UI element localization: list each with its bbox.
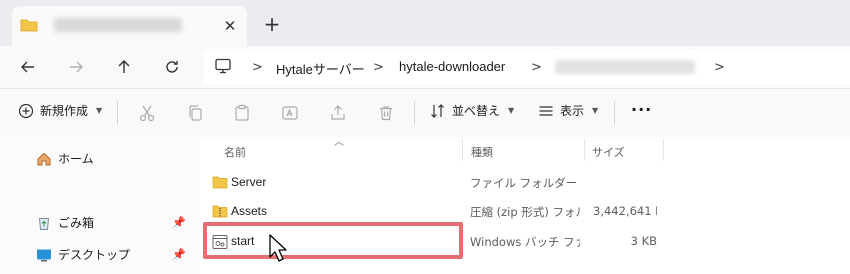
pin-icon[interactable]: 📌 [172,248,186,261]
sidebar-item-label: デスクトップ [58,248,131,262]
tab-title-blurred [54,18,182,32]
zip-folder-icon [212,204,228,221]
trash-icon [380,106,392,121]
breadcrumb-chevron[interactable]: > [714,60,725,75]
sidebar-item-recycle-bin[interactable]: ごみ箱 [36,214,94,231]
breadcrumb-chevron[interactable]: > [252,60,263,75]
mouse-cursor-icon [268,234,288,267]
breadcrumb-hytale-server[interactable]: Hytaleサーバー [276,59,365,78]
navigation-bar: > Hytaleサーバー > hytale-downloader > > [0,46,850,88]
file-type: 圧縮 (zip 形式) フォルダー [470,205,580,219]
sort-ascending-icon: ︿ [334,137,344,148]
share-icon [331,105,345,120]
tab-current-folder[interactable]: ✕ [12,6,247,46]
plus-circle-icon [18,103,34,118]
column-divider[interactable] [462,139,463,161]
up-button[interactable] [110,53,138,81]
home-icon [37,152,51,165]
file-name: Assets [231,204,268,218]
paste-icon [235,104,249,121]
breadcrumb-chevron[interactable]: > [531,60,542,75]
file-row-server[interactable]: Server ファイル フォルダー [205,170,850,196]
sidebar-item-home[interactable]: ホーム [36,150,94,167]
view-button-label: 表示 [560,104,585,118]
view-button[interactable]: 表示 ▼ [538,102,598,119]
navigation-pane: ホーム ごみ箱 📌 デスクトップ 📌 [0,137,200,274]
delete-button[interactable] [376,103,396,123]
new-tab-button[interactable]: + [259,11,285,37]
content-area: ホーム ごみ箱 📌 デスクトップ 📌 ︿ 名前 種類 サイズ Server ファ… [0,137,850,274]
sort-icon [431,103,444,118]
paste-button[interactable] [232,103,252,123]
column-header-type[interactable]: 種類 [471,144,493,160]
arrow-left-icon [21,61,34,73]
sidebar-item-label: ごみ箱 [58,216,95,230]
breadcrumb-blurred[interactable] [555,60,695,74]
chevron-down-icon: ▼ [96,106,103,115]
refresh-icon [166,61,178,73]
divider [614,101,615,125]
rename-icon [282,106,298,120]
folder-icon [20,17,38,36]
file-size: 3,442,641 KB [593,204,657,218]
more-options-button[interactable]: ··· [631,100,652,119]
pin-icon[interactable]: 📌 [172,216,186,229]
refresh-button[interactable] [158,53,186,81]
back-button[interactable] [14,53,42,81]
scissors-icon [139,105,155,122]
file-type: Windows バッチ ファイル [470,235,580,249]
copy-icon [189,105,202,121]
file-type: ファイル フォルダー [470,176,578,190]
sort-button[interactable]: 並べ替え ▼ [430,102,514,119]
copy-button[interactable] [185,103,205,123]
arrow-right-icon [70,61,83,73]
column-header-size[interactable]: サイズ [592,144,625,160]
new-button-label: 新規作成 [40,104,89,118]
divider [414,101,415,125]
command-bar: 新規作成 ▼ 並べ替え ▼ 表示 ▼ ··· [0,88,850,138]
sidebar-item-label: ホーム [58,152,94,166]
desktop-icon [37,249,51,261]
tab-strip: ✕ + [0,0,850,46]
rename-button[interactable] [280,103,300,123]
highlight-box [203,222,463,259]
chevron-down-icon: ▼ [508,106,515,115]
file-name: Server [231,175,267,189]
view-list-icon [539,105,553,116]
address-bar[interactable]: > Hytaleサーバー > hytale-downloader > > [204,49,850,85]
breadcrumb-chevron[interactable]: > [373,60,384,75]
breadcrumb-hytale-downloader[interactable]: hytale-downloader [399,59,505,74]
sort-button-label: 並べ替え [452,104,501,118]
folder-icon [212,175,228,192]
arrow-up-icon [118,60,130,73]
file-size: 3 KB [630,234,657,248]
divider [117,101,118,125]
share-button[interactable] [328,103,348,123]
close-tab-button[interactable]: ✕ [218,14,242,38]
cut-button[interactable] [137,103,157,123]
chevron-down-icon: ▼ [592,106,599,115]
recycle-bin-icon [38,217,50,230]
forward-button[interactable] [62,53,90,81]
computer-icon [214,58,232,77]
column-divider[interactable] [663,139,664,161]
sidebar-item-desktop[interactable]: デスクトップ [36,246,130,263]
new-button[interactable]: 新規作成 ▼ [18,102,102,119]
column-divider[interactable] [584,139,585,161]
column-header-name[interactable]: 名前 [224,144,246,160]
